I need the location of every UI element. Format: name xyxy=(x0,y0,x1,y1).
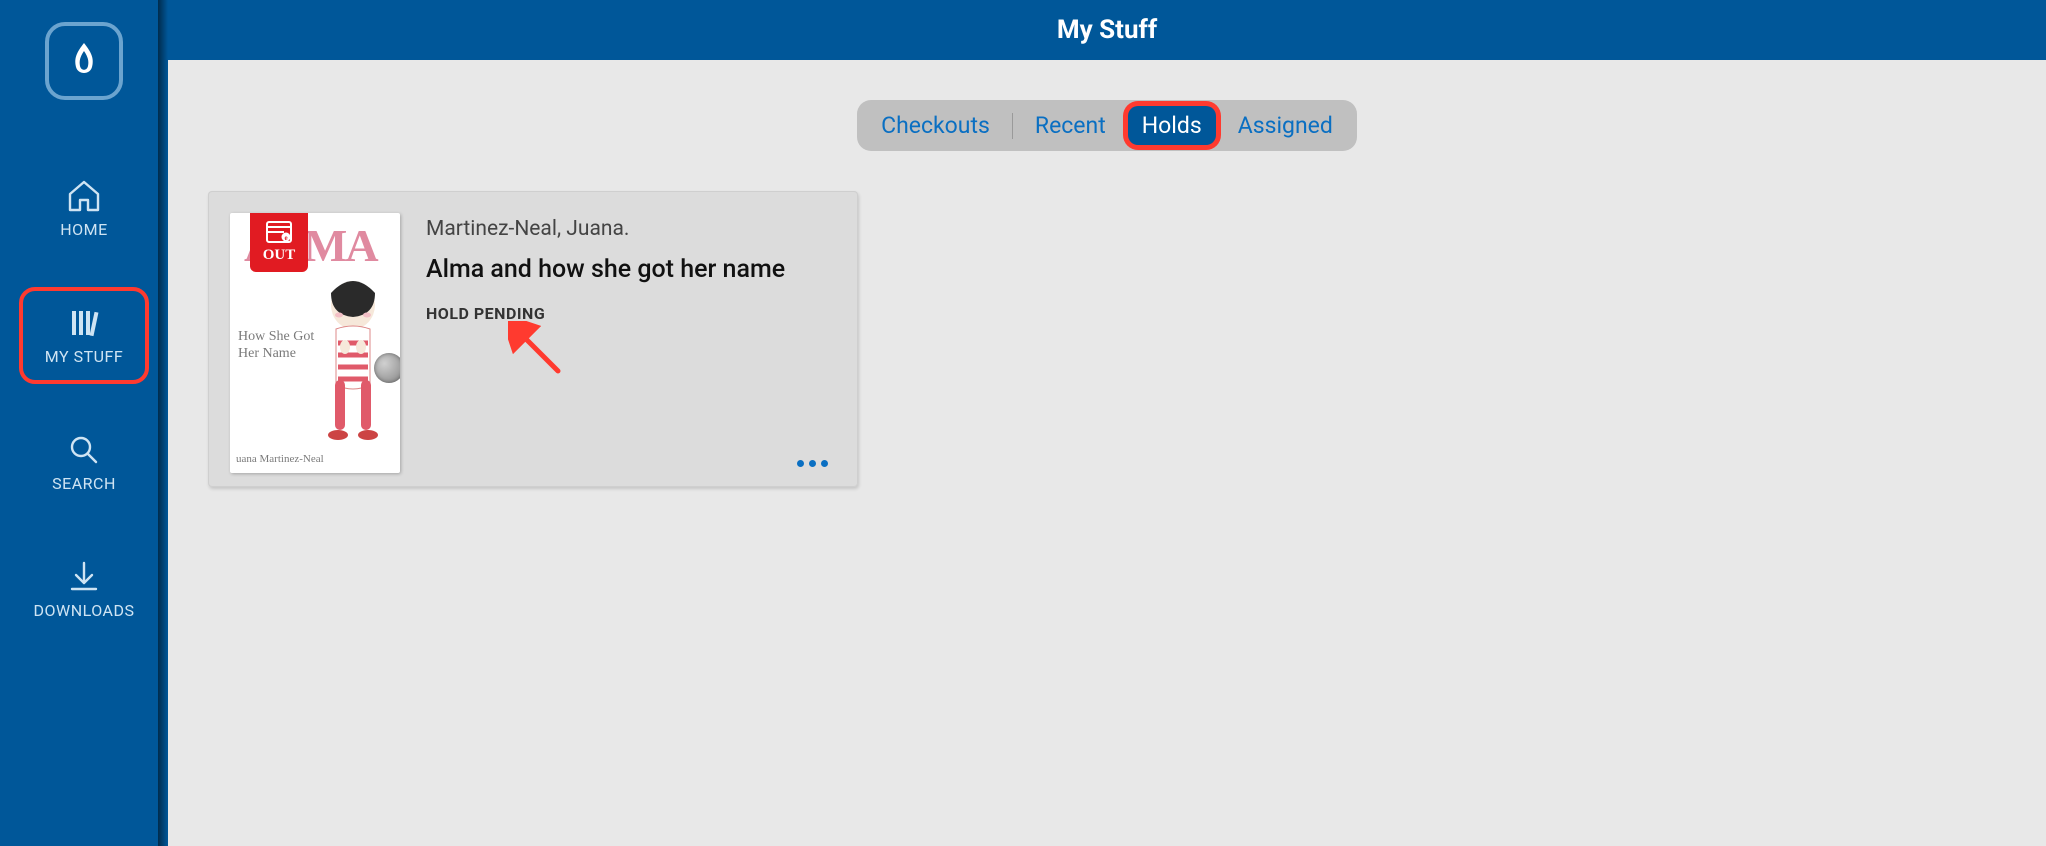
sidebar-item-label: SEARCH xyxy=(52,474,116,493)
tab-checkouts[interactable]: Checkouts xyxy=(867,106,1004,145)
page-title: My Stuff xyxy=(1057,15,1157,45)
tab-recent[interactable]: Recent xyxy=(1021,106,1120,145)
sidebar-item-label: MY STUFF xyxy=(45,347,123,366)
sidebar-item-downloads[interactable]: DOWNLOADS xyxy=(19,541,149,638)
hold-card[interactable]: e OUT ALMA How She Got Her Name uana Mar… xyxy=(208,191,858,487)
bookshelf-icon xyxy=(66,305,102,341)
svg-text:e: e xyxy=(284,234,287,242)
dot-icon xyxy=(821,460,828,467)
hold-status: HOLD PENDING xyxy=(426,304,836,323)
cover-author: uana Martinez-Neal xyxy=(236,453,324,465)
book-title: Alma and how she got her name xyxy=(426,255,836,284)
main-area: My Stuff Checkouts Recent Holds Assigned… xyxy=(168,0,2046,846)
tabs-wrap: Checkouts Recent Holds Assigned xyxy=(168,100,2046,151)
book-meta: Martinez-Neal, Juana. Alma and how she g… xyxy=(426,213,836,473)
search-icon xyxy=(66,432,102,468)
book-author: Martinez-Neal, Juana. xyxy=(426,217,836,241)
ebook-icon: e xyxy=(266,221,292,243)
out-badge: e OUT xyxy=(250,213,308,272)
sidebar-item-label: DOWNLOADS xyxy=(33,601,134,620)
tab-holds[interactable]: Holds xyxy=(1128,106,1216,145)
more-button[interactable] xyxy=(797,460,828,467)
sidebar-item-mystuff[interactable]: MY STUFF xyxy=(19,287,149,384)
cover-subtitle: How She Got Her Name xyxy=(238,329,318,363)
dot-icon xyxy=(797,460,804,467)
sidebar-item-search[interactable]: SEARCH xyxy=(19,414,149,511)
app-logo xyxy=(45,22,123,100)
sidebar: HOME MY STUFF SEARCH DOWNLOADS xyxy=(0,0,168,846)
page-title-bar: My Stuff xyxy=(168,0,2046,60)
download-icon xyxy=(66,559,102,595)
sidebar-item-home[interactable]: HOME xyxy=(19,160,149,257)
book-cover: e OUT ALMA How She Got Her Name uana Mar… xyxy=(230,213,400,473)
dot-icon xyxy=(809,460,816,467)
badge-label: OUT xyxy=(263,247,296,264)
sidebar-item-label: HOME xyxy=(60,220,107,239)
tabs: Checkouts Recent Holds Assigned xyxy=(857,100,1357,151)
tab-separator xyxy=(1012,113,1013,139)
flame-icon xyxy=(62,39,106,83)
home-icon xyxy=(66,178,102,214)
content: e OUT ALMA How She Got Her Name uana Mar… xyxy=(168,151,2046,527)
cover-medal xyxy=(374,353,400,383)
tab-assigned[interactable]: Assigned xyxy=(1224,106,1347,145)
